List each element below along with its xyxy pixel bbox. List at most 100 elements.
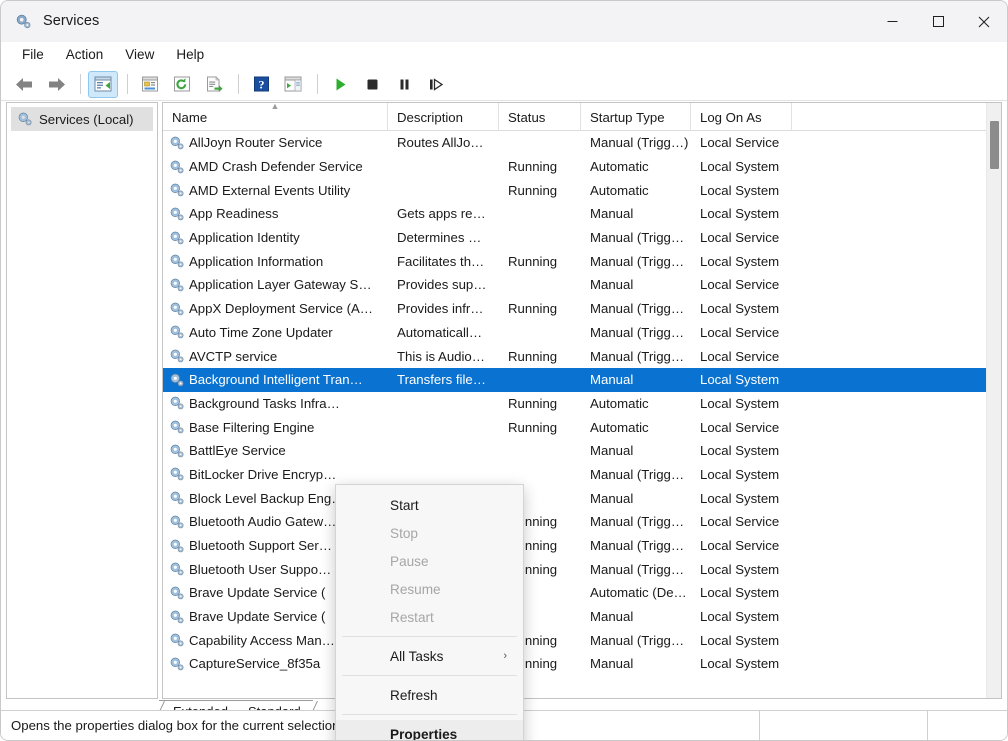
scrollbar-thumb[interactable] <box>990 121 999 169</box>
table-row[interactable]: Application Layer Gateway S…Provides sup… <box>163 273 1001 297</box>
cell-filler <box>792 131 1001 155</box>
start-service-icon[interactable] <box>325 71 355 98</box>
maximize-button[interactable] <box>915 1 961 42</box>
cell-description: Determines … <box>388 226 499 250</box>
column-header-name[interactable]: ▲ Name <box>163 103 388 131</box>
cell-status <box>499 226 581 250</box>
minimize-button[interactable] <box>869 1 915 42</box>
cell-status <box>499 463 581 487</box>
service-name: Bluetooth Audio Gatew… <box>189 514 336 529</box>
menu-view[interactable]: View <box>114 44 165 65</box>
table-row[interactable]: Auto Time Zone UpdaterAutomaticall…Manua… <box>163 321 1001 345</box>
context-menu-item-properties[interactable]: Properties <box>336 720 523 741</box>
export-list-icon[interactable] <box>199 71 229 98</box>
menu-help[interactable]: Help <box>165 44 215 65</box>
cell-filler <box>792 439 1001 463</box>
stop-service-icon[interactable] <box>357 71 387 98</box>
column-header-label: Description <box>397 110 463 125</box>
back-icon[interactable] <box>9 71 39 98</box>
table-row[interactable]: Bluetooth User Suppo…RunningManual (Trig… <box>163 557 1001 581</box>
window-title: Services <box>43 13 99 29</box>
cell-startup-type: Manual <box>581 202 691 226</box>
service-gear-icon <box>169 348 185 364</box>
properties-icon[interactable] <box>135 71 165 98</box>
sidebar-item-services-local[interactable]: Services (Local) <box>11 107 153 131</box>
menu-action[interactable]: Action <box>55 44 115 65</box>
vertical-scrollbar[interactable] <box>986 103 1001 698</box>
service-gear-icon <box>169 395 185 411</box>
close-button[interactable] <box>961 1 1007 42</box>
context-menu-item-all-tasks[interactable]: All Tasks› <box>336 642 523 670</box>
table-row[interactable]: Block Level Backup Eng…ManualLocal Syste… <box>163 486 1001 510</box>
service-name: Base Filtering Engine <box>189 420 314 435</box>
table-row[interactable]: CaptureService_8f35aRunningManualLocal S… <box>163 652 1001 676</box>
cell-log-on-as: Local System <box>691 557 792 581</box>
cell-name: BitLocker Drive Encryp… <box>163 463 388 487</box>
service-gear-icon <box>169 159 185 175</box>
service-name: Application Layer Gateway S… <box>189 277 372 292</box>
pause-service-icon[interactable] <box>389 71 419 98</box>
cell-startup-type: Manual <box>581 605 691 629</box>
table-row[interactable]: Bluetooth Audio Gatew…RunningManual (Tri… <box>163 510 1001 534</box>
service-name: BitLocker Drive Encryp… <box>189 467 336 482</box>
table-row[interactable]: Application IdentityDetermines …Manual (… <box>163 226 1001 250</box>
cell-filler <box>792 510 1001 534</box>
show-action-pane-icon[interactable] <box>278 71 308 98</box>
cell-log-on-as: Local System <box>691 178 792 202</box>
cell-name: Application Identity <box>163 226 388 250</box>
show-hide-tree-icon[interactable] <box>88 71 118 98</box>
table-row[interactable]: Background Intelligent Tran…Transfers fi… <box>163 368 1001 392</box>
table-row[interactable]: Capability Access Man…RunningManual (Tri… <box>163 628 1001 652</box>
cell-name: Background Tasks Infra… <box>163 392 388 416</box>
table-row[interactable]: Brave Update Service (ManualLocal System <box>163 605 1001 629</box>
forward-icon[interactable] <box>41 71 71 98</box>
table-row[interactable]: AVCTP serviceThis is Audio…RunningManual… <box>163 344 1001 368</box>
cell-status: Running <box>499 178 581 202</box>
help-icon[interactable]: ? <box>246 71 276 98</box>
table-row[interactable]: Base Filtering EngineRunningAutomaticLoc… <box>163 415 1001 439</box>
service-gear-icon <box>169 585 185 601</box>
cell-log-on-as: Local System <box>691 155 792 179</box>
context-menu-item-refresh[interactable]: Refresh <box>336 681 523 709</box>
table-row[interactable]: Application InformationFacilitates th…Ru… <box>163 249 1001 273</box>
cell-status: Running <box>499 344 581 368</box>
list-body: AllJoyn Router ServiceRoutes AllJo…Manua… <box>163 131 1001 698</box>
cell-description: Automaticall… <box>388 321 499 345</box>
column-header-log-on-as[interactable]: Log On As <box>691 103 792 131</box>
column-header-description[interactable]: Description <box>388 103 499 131</box>
column-header-startup-type[interactable]: Startup Type <box>581 103 691 131</box>
table-row[interactable]: BattlEye ServiceManualLocal System <box>163 439 1001 463</box>
table-row[interactable]: Brave Update Service (Automatic (De…Loca… <box>163 581 1001 605</box>
cell-status: Running <box>499 155 581 179</box>
table-row[interactable]: AllJoyn Router ServiceRoutes AllJo…Manua… <box>163 131 1001 155</box>
window-controls <box>869 1 1007 42</box>
table-row[interactable]: AppX Deployment Service (A…Provides infr… <box>163 297 1001 321</box>
table-row[interactable]: AMD Crash Defender ServiceRunningAutomat… <box>163 155 1001 179</box>
refresh-icon[interactable] <box>167 71 197 98</box>
column-header-status[interactable]: Status <box>499 103 581 131</box>
cell-filler <box>792 249 1001 273</box>
cell-filler <box>792 652 1001 676</box>
table-row[interactable]: AMD External Events UtilityRunningAutoma… <box>163 178 1001 202</box>
table-row[interactable]: App ReadinessGets apps re…ManualLocal Sy… <box>163 202 1001 226</box>
cell-filler <box>792 344 1001 368</box>
context-menu-item-start[interactable]: Start <box>336 491 523 519</box>
table-row[interactable]: Bluetooth Support Ser…RunningManual (Tri… <box>163 534 1001 558</box>
service-name: AllJoyn Router Service <box>189 135 322 150</box>
cell-description: This is Audio… <box>388 344 499 368</box>
cell-log-on-as: Local System <box>691 202 792 226</box>
restart-service-icon[interactable] <box>421 71 451 98</box>
sidebar-item-label: Services (Local) <box>39 112 134 127</box>
menu-file[interactable]: File <box>11 44 55 65</box>
services-gear-icon <box>17 111 33 127</box>
table-row[interactable]: BitLocker Drive Encryp…Manual (Trigg…Loc… <box>163 463 1001 487</box>
table-row[interactable]: Background Tasks Infra…RunningAutomaticL… <box>163 392 1001 416</box>
cell-filler <box>792 178 1001 202</box>
context-menu-item-label: Resume <box>390 582 441 597</box>
cell-name: Auto Time Zone Updater <box>163 321 388 345</box>
service-gear-icon <box>169 561 185 577</box>
status-pane-3 <box>927 711 1007 741</box>
cell-startup-type: Manual (Trigg… <box>581 297 691 321</box>
context-menu-separator <box>342 675 517 676</box>
cell-description: Gets apps re… <box>388 202 499 226</box>
